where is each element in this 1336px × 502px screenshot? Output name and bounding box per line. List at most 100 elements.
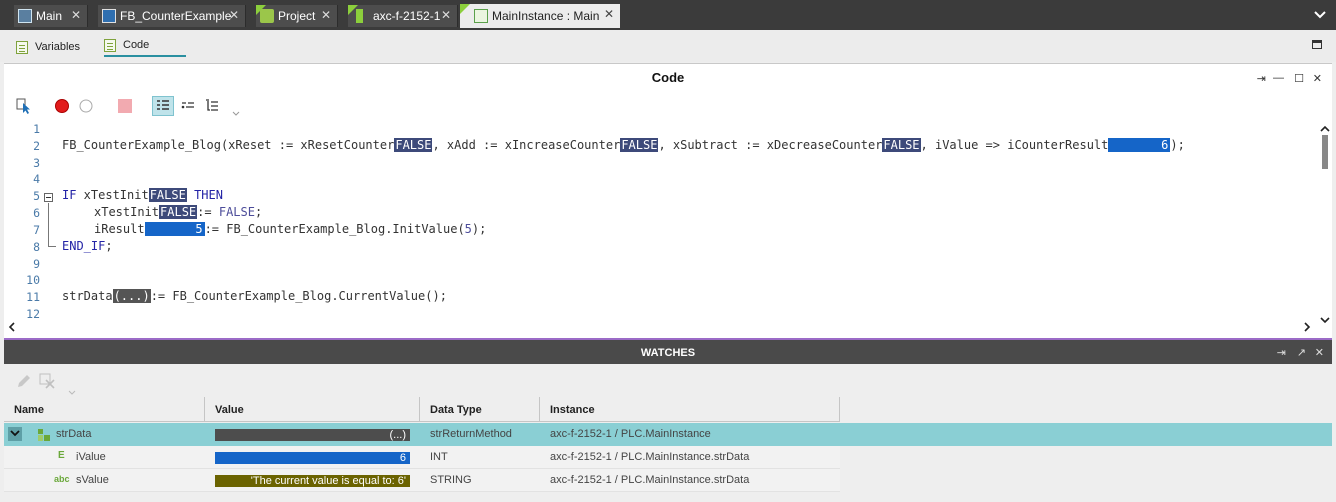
- code-text: ();: [425, 289, 447, 303]
- breakpoint-icon[interactable]: [54, 98, 70, 114]
- code-line-7: iResult 5:= FB_CounterExample_Blog.InitVa…: [94, 222, 486, 236]
- watches-title: WATCHES: [4, 343, 1332, 364]
- close-icon[interactable]: ✕: [71, 8, 81, 22]
- scroll-thumb[interactable]: [1322, 135, 1328, 169]
- close-icon[interactable]: ✕: [1313, 72, 1322, 85]
- row-value: 'The current value is equal to: 6': [215, 475, 410, 487]
- code-toolbar: [4, 94, 1332, 120]
- line-number: 8: [33, 240, 40, 254]
- scroll-left-icon[interactable]: [8, 322, 15, 333]
- string-variable-icon: abc: [54, 474, 70, 484]
- column-header-value[interactable]: Value: [205, 397, 420, 422]
- row-data-type: INT: [430, 451, 448, 463]
- variables-icon: [16, 40, 28, 54]
- tab-label: MainInstance : Main: [492, 9, 600, 23]
- chevron-down-icon[interactable]: [1310, 6, 1330, 26]
- literal-false: FALSE: [218, 205, 255, 219]
- editor-sub-tabs: Variables Code: [0, 30, 1336, 62]
- tab-variables[interactable]: Variables: [16, 37, 80, 57]
- live-value-iresult: 5: [144, 222, 205, 236]
- table-row[interactable]: strData (...) strReturnMethod axc-f-2152…: [4, 423, 1332, 446]
- tab-axc-f-2152-1[interactable]: axc-f-2152-1 ✕: [348, 5, 458, 27]
- fold-toggle[interactable]: [44, 193, 53, 202]
- code-text: xTestInit: [76, 188, 149, 202]
- row-name: iValue: [76, 451, 106, 463]
- tree-view-icon[interactable]: [204, 98, 220, 114]
- restore-icon[interactable]: ☐: [1294, 72, 1304, 85]
- line-number: 1: [33, 122, 40, 136]
- tab-code[interactable]: Code: [104, 37, 186, 57]
- tab-maininstance[interactable]: MainInstance : Main ✕: [460, 4, 620, 28]
- row-instance: axc-f-2152-1 / PLC.MainInstance: [550, 428, 711, 440]
- tab-code-label: Code: [123, 39, 150, 51]
- live-value-xresetcounter: FALSE: [394, 138, 433, 152]
- row-name: sValue: [76, 474, 109, 486]
- row-data-type: STRING: [430, 474, 472, 486]
- live-value-strdata: (...): [112, 289, 151, 303]
- keyword-end-if: END_IF: [62, 239, 106, 253]
- code-text: xTestInit: [94, 205, 160, 219]
- close-icon[interactable]: ✕: [441, 8, 451, 22]
- close-icon[interactable]: ✕: [604, 7, 614, 21]
- struct-icon: [38, 429, 50, 441]
- toolbar-dropdown-icon[interactable]: [68, 385, 76, 395]
- pin-icon[interactable]: ⇥: [1277, 343, 1286, 364]
- scroll-up-icon[interactable]: [1320, 123, 1330, 133]
- line-number: 4: [33, 172, 40, 186]
- column-header-instance[interactable]: Instance: [540, 397, 840, 422]
- live-value-xdecreasecounter: FALSE: [882, 138, 921, 152]
- code-text: );: [471, 222, 487, 236]
- code-panel: Code ⇥ — ☐ ✕ 1 2 3 4 5 6 7 8 9 10 11 12 …: [4, 63, 1332, 338]
- line-number: 7: [33, 223, 40, 237]
- line-number: 5: [33, 189, 40, 203]
- popout-icon[interactable]: ↗: [1297, 343, 1306, 364]
- code-line-6: xTestInitFALSE:= FALSE;: [94, 205, 262, 219]
- chevron-down-icon[interactable]: [8, 427, 22, 441]
- live-value-xincreasecounter: FALSE: [620, 138, 659, 152]
- maximize-icon[interactable]: [1312, 40, 1322, 49]
- code-text: :=: [197, 205, 219, 219]
- remove-watch-icon[interactable]: [38, 371, 55, 389]
- edit-icon[interactable]: [16, 373, 32, 389]
- tab-main[interactable]: Main ✕: [14, 5, 88, 27]
- tab-fb-counterexample[interactable]: FB_CounterExample ✕: [98, 5, 246, 27]
- close-icon[interactable]: ✕: [229, 8, 239, 22]
- disabled-breakpoint-icon[interactable]: [78, 98, 94, 114]
- close-icon[interactable]: ✕: [321, 8, 331, 22]
- table-row[interactable]: E iValue 6 INT axc-f-2152-1 / PLC.MainIn…: [4, 446, 840, 469]
- tab-label: Main: [36, 9, 63, 23]
- keyword-if: IF: [62, 188, 77, 202]
- code-text: FB_CounterExample_Blog(xReset := xResetC…: [62, 138, 395, 152]
- code-editor[interactable]: 1 2 3 4 5 6 7 8 9 10 11 12 FB_CounterExa…: [4, 121, 1320, 327]
- toolbar-dropdown-icon[interactable]: [232, 106, 240, 116]
- column-header-name[interactable]: Name: [4, 397, 205, 422]
- code-text: );: [1170, 138, 1185, 152]
- show-values-icon[interactable]: [152, 96, 174, 116]
- line-number: 6: [33, 206, 40, 220]
- close-icon[interactable]: ✕: [1315, 343, 1324, 364]
- vertical-scrollbar[interactable]: [1320, 121, 1330, 327]
- code-text: ;: [105, 239, 113, 253]
- code-text: ;: [254, 205, 263, 219]
- pin-icon[interactable]: ⇥: [1257, 72, 1266, 85]
- live-value-icounterresult: 6: [1108, 138, 1171, 152]
- code-text: iResult: [94, 222, 145, 236]
- minimize-icon[interactable]: —: [1273, 72, 1284, 84]
- column-header-data-type[interactable]: Data Type: [420, 397, 540, 422]
- collapse-icon[interactable]: [180, 98, 196, 114]
- watches-panel: WATCHES ⇥ ↗ ✕ Name Value Data Type Insta…: [4, 343, 1332, 502]
- select-pointer-icon[interactable]: [16, 98, 32, 114]
- row-instance: axc-f-2152-1 / PLC.MainInstance.strData: [550, 474, 750, 486]
- code-text: := FB_CounterExample_Blog.InitValue(: [204, 222, 465, 236]
- scroll-down-icon[interactable]: [1320, 315, 1330, 325]
- stop-icon[interactable]: [117, 98, 133, 114]
- keyword-then: THEN: [194, 188, 223, 202]
- document-tab-bar: Main ✕ FB_CounterExample ✕ Project ✕ axc…: [0, 0, 1336, 30]
- line-number: 2: [33, 139, 40, 153]
- tab-project[interactable]: Project ✕: [256, 5, 338, 27]
- project-icon: [260, 9, 274, 23]
- row-data-type: strReturnMethod: [430, 428, 512, 440]
- table-row[interactable]: abc sValue 'The current value is equal t…: [4, 469, 840, 492]
- code-line-2: FB_CounterExample_Blog(xReset := xResetC…: [62, 138, 1185, 152]
- scroll-right-icon[interactable]: [1304, 322, 1311, 333]
